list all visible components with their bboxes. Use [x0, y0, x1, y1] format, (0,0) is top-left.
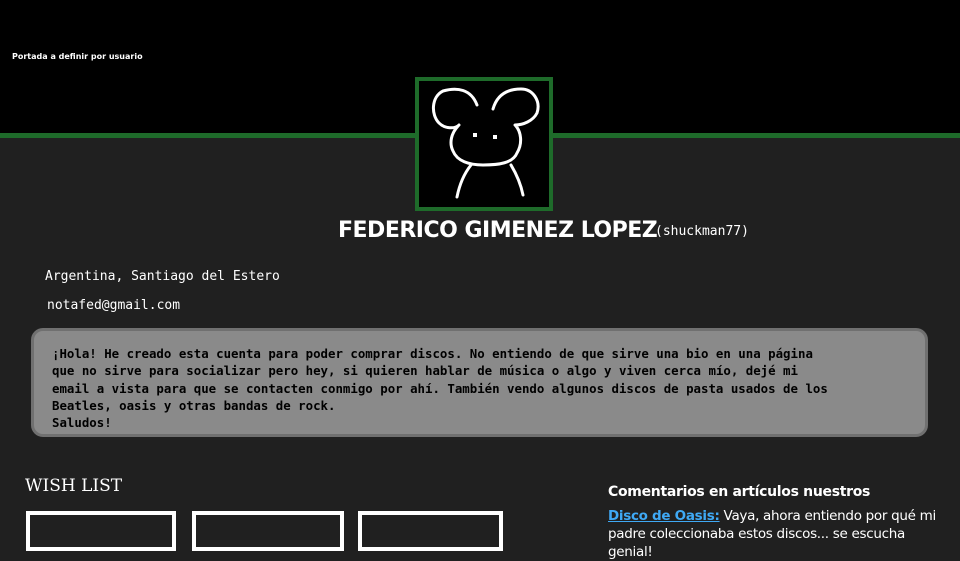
comment-article-link[interactable]: Disco de Oasis: — [608, 508, 720, 524]
bio-box: ¡Hola! He creado esta cuenta para poder … — [31, 328, 928, 437]
wishlist-item[interactable] — [192, 511, 344, 551]
comment-item: Disco de Oasis: Vaya, ahora entiendo por… — [608, 507, 953, 561]
profile-name: FEDERICO GIMENEZ LOPEZ — [338, 218, 658, 243]
wishlist-item[interactable] — [26, 511, 176, 551]
profile-location: Argentina, Santiago del Estero — [45, 269, 280, 284]
profile-username: (shuckman77) — [655, 224, 749, 239]
profile-email: notafed@gmail.com — [47, 298, 181, 313]
wishlist-item[interactable] — [358, 511, 503, 551]
cover-placeholder-text: Portada a definir por usuario — [12, 52, 143, 61]
mouse-doodle-icon — [432, 87, 540, 199]
bio-text: ¡Hola! He creado esta cuenta para poder … — [52, 346, 828, 431]
avatar[interactable] — [415, 77, 553, 211]
comments-title: Comentarios en artículos nuestros — [608, 484, 871, 500]
wishlist-title: WISH LIST — [25, 476, 123, 496]
